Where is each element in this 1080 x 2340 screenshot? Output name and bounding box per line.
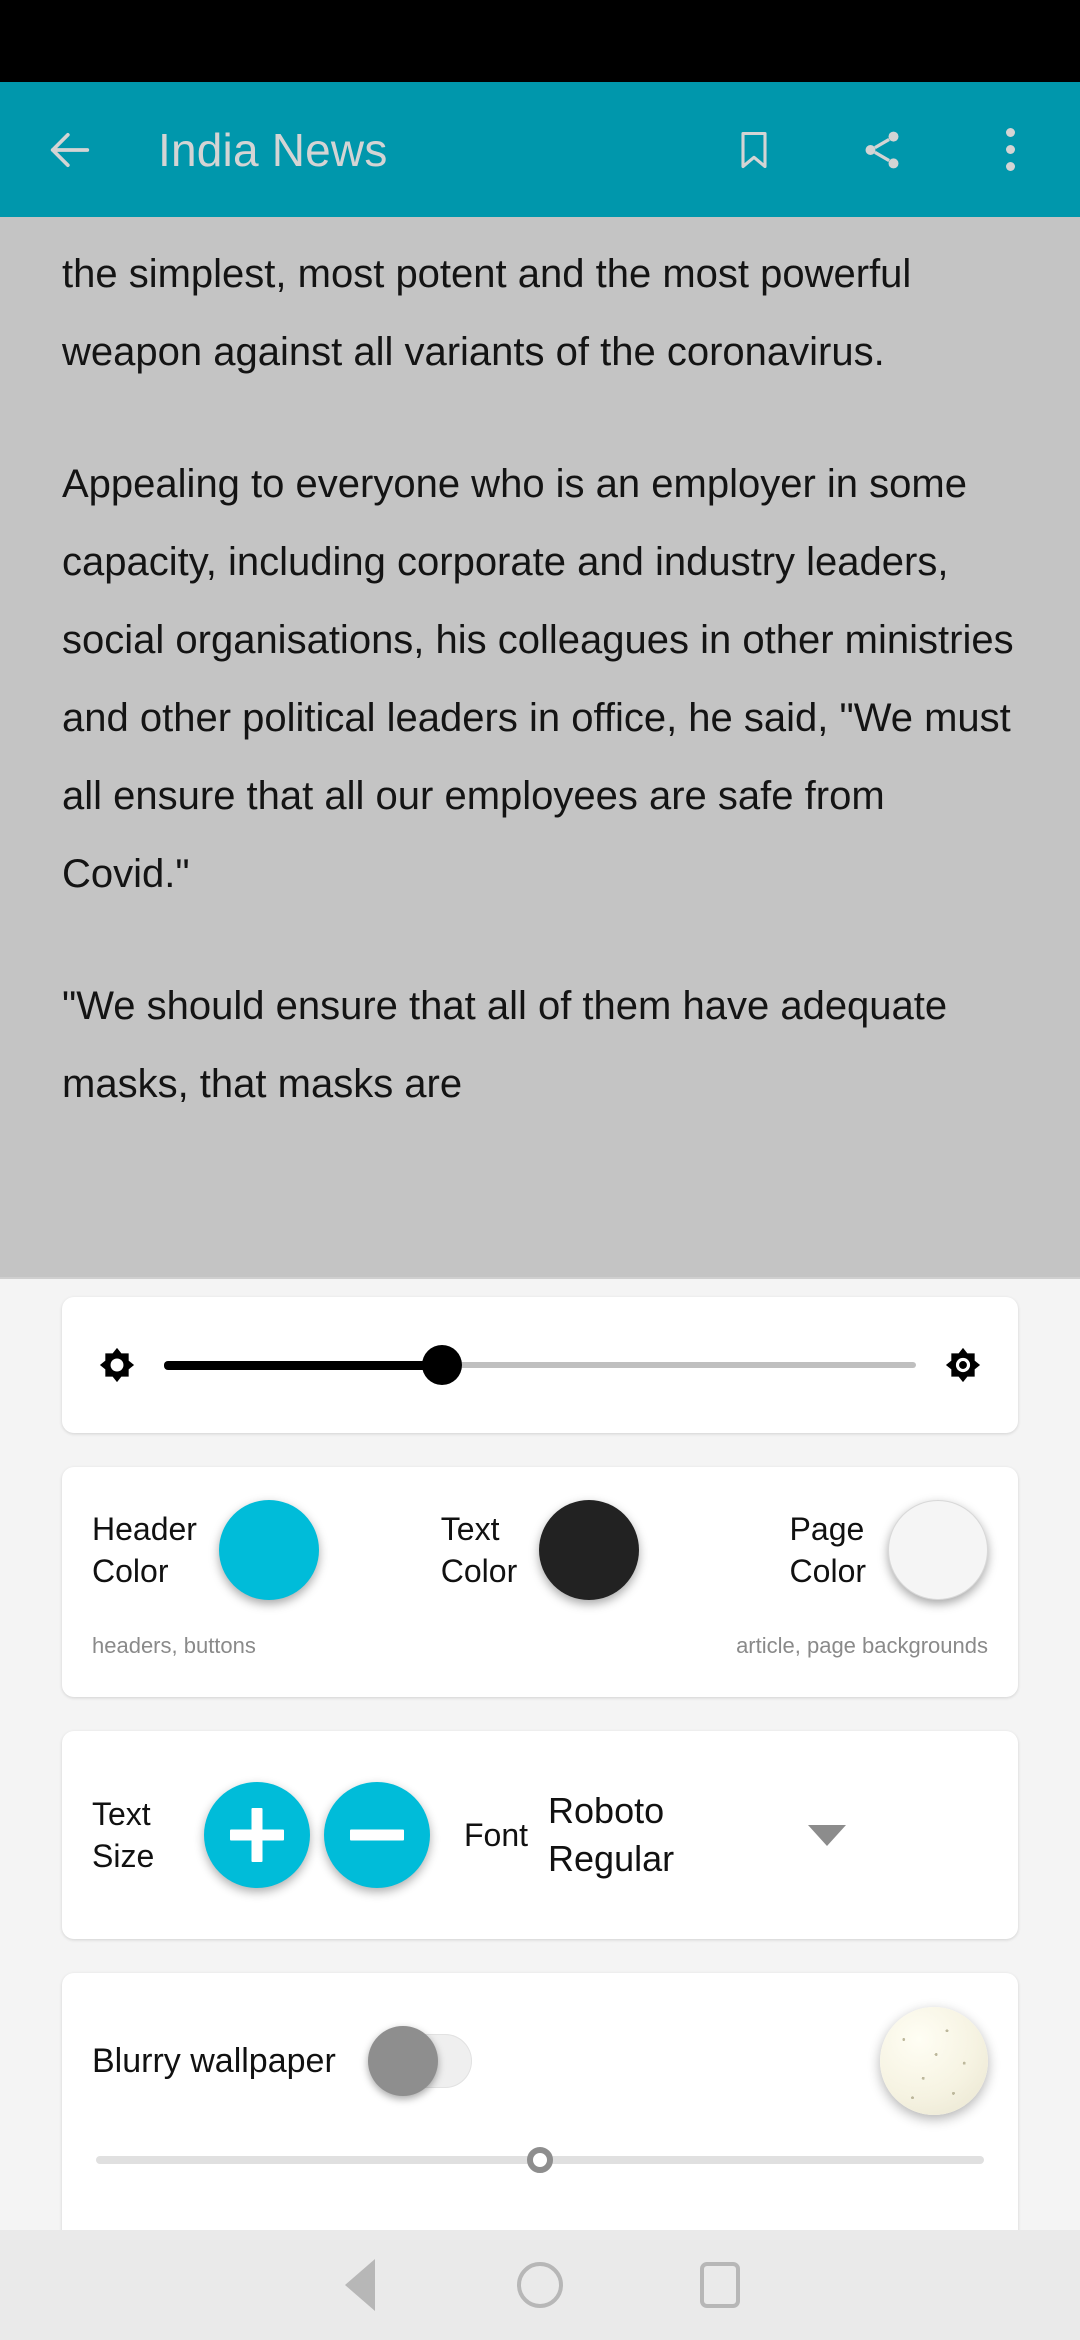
- header-color-label-line2: Color: [92, 1553, 169, 1589]
- header-color-swatch[interactable]: [218, 1500, 319, 1600]
- brightness-card: [62, 1297, 1018, 1433]
- article-paragraph: "We should ensure that all of them have …: [62, 984, 948, 1106]
- header-color-option[interactable]: Header Color: [92, 1500, 391, 1600]
- toggle-knob: [367, 2026, 438, 2096]
- nav-back-icon: [345, 2259, 375, 2311]
- page-color-label: Page Color: [790, 1508, 866, 1592]
- article-paragraph: Appealing to everyone who is an employer…: [62, 462, 1014, 896]
- wallpaper-card: Blurry wallpaper: [62, 1973, 1018, 2230]
- page-color-label-line2: Color: [789, 1553, 867, 1589]
- share-icon: [865, 131, 899, 168]
- nav-home-icon: [517, 2262, 563, 2308]
- header-color-label: Header Color: [92, 1508, 197, 1592]
- text-color-label-line1: Text: [440, 1511, 500, 1547]
- brightness-slider[interactable]: [164, 1345, 916, 1385]
- text-size-label-line2: Size: [92, 1838, 155, 1874]
- nav-home-button[interactable]: [450, 2230, 630, 2340]
- text-size-font-card: Text Size Font Roboto Regular: [62, 1731, 1018, 1939]
- nav-back-button[interactable]: [270, 2230, 450, 2340]
- slider-thumb[interactable]: [422, 1345, 463, 1385]
- brightness-high-icon[interactable]: [938, 1340, 988, 1390]
- text-size-label: Text Size: [92, 1793, 190, 1877]
- slider-fill: [164, 1360, 443, 1370]
- app-bar: India News: [0, 82, 1080, 217]
- phone-screen: India News the simplest, most potent and…: [0, 0, 1080, 2340]
- page-color-label-line1: Page: [789, 1511, 865, 1547]
- wallpaper-preview[interactable]: [880, 2007, 988, 2115]
- font-label: Font: [464, 1816, 529, 1853]
- colors-row: Header Color Text Color Page Color: [92, 1467, 989, 1633]
- nav-recents-icon: [700, 2262, 740, 2308]
- text-size-label-line1: Text: [92, 1796, 151, 1832]
- wallpaper-row: Blurry wallpaper: [92, 1973, 988, 2149]
- text-color-label: Text Color: [441, 1508, 517, 1592]
- font-value-line1: Roboto: [548, 1790, 665, 1831]
- android-navigation-bar: [0, 2230, 1080, 2340]
- text-color-option[interactable]: Text Color: [391, 1500, 690, 1600]
- blurry-wallpaper-toggle[interactable]: [367, 2026, 472, 2096]
- header-color-hint: headers, buttons: [92, 1633, 256, 1658]
- font-value-line2: Regular: [548, 1838, 675, 1879]
- font-value[interactable]: Roboto Regular: [548, 1787, 798, 1883]
- text-color-label-line2: Color: [440, 1553, 518, 1589]
- text-color-swatch[interactable]: [539, 1500, 640, 1600]
- back-button[interactable]: [24, 104, 116, 196]
- colors-card: Header Color Text Color Page Color heade…: [62, 1467, 1018, 1697]
- settings-sheet: Header Color Text Color Page Color heade…: [0, 1277, 1080, 2230]
- page-color-swatch[interactable]: [888, 1500, 989, 1600]
- plus-icon: [230, 1808, 284, 1862]
- nav-recents-button[interactable]: [630, 2230, 810, 2340]
- blurry-wallpaper-label: Blurry wallpaper: [92, 2041, 336, 2080]
- article-paragraph: the simplest, most potent and the most p…: [62, 252, 912, 374]
- header-color-label-line1: Header: [92, 1511, 197, 1547]
- overflow-menu-button[interactable]: [964, 104, 1056, 196]
- arrow-left-icon: [50, 132, 90, 167]
- increase-text-size-button[interactable]: [204, 1782, 310, 1888]
- chevron-down-icon[interactable]: [808, 1824, 847, 1846]
- status-bar: [0, 0, 1080, 82]
- decrease-text-size-button[interactable]: [324, 1782, 430, 1888]
- color-hints-row: headers, buttons article, page backgroun…: [92, 1633, 988, 1669]
- more-vertical-icon: [1005, 123, 1015, 177]
- brightness-low-icon[interactable]: [92, 1340, 142, 1390]
- wallpaper-slider-thumb[interactable]: [527, 2147, 553, 2173]
- bookmark-icon: [741, 131, 767, 168]
- page-title: India News: [158, 123, 388, 176]
- app-bar-actions: [708, 104, 1056, 196]
- bookmark-button[interactable]: [708, 104, 800, 196]
- page-color-option[interactable]: Page Color: [689, 1500, 989, 1600]
- wallpaper-blur-slider[interactable]: [96, 2147, 984, 2173]
- minus-icon: [350, 1808, 404, 1862]
- page-color-hint: article, page backgrounds: [736, 1633, 988, 1658]
- article-content[interactable]: the simplest, most potent and the most p…: [0, 217, 1080, 1277]
- share-button[interactable]: [836, 104, 928, 196]
